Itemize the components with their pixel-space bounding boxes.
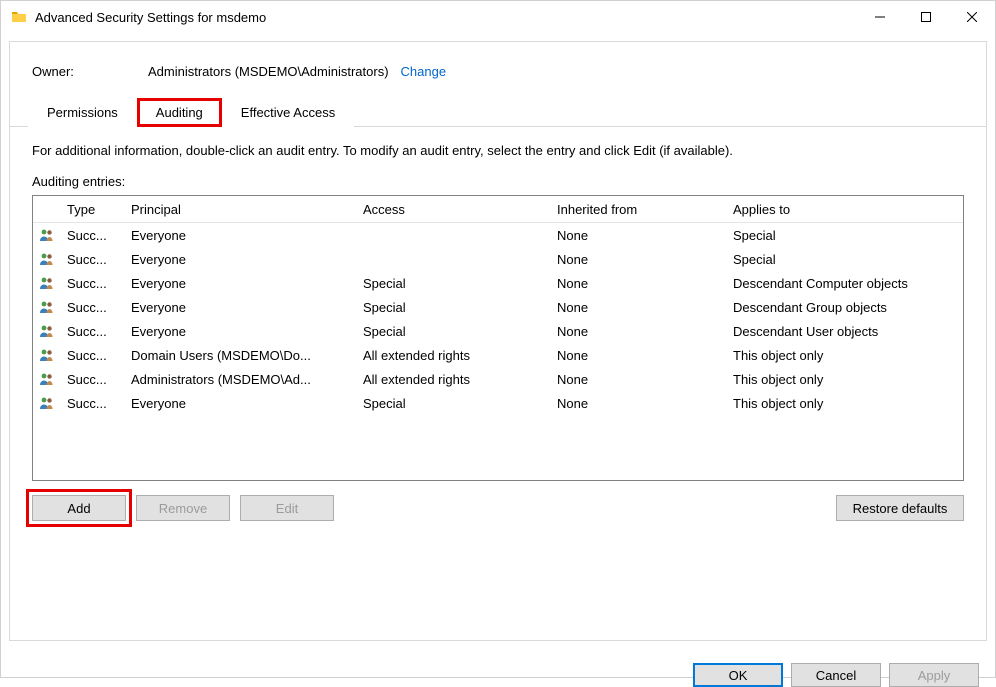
table-row[interactable]: Succ...EveryoneSpecialNoneDescendant Gro… xyxy=(33,295,963,319)
cell-access: Special xyxy=(357,393,551,414)
cell-principal: Administrators (MSDEMO\Ad... xyxy=(125,369,357,390)
tab-content: For additional information, double-click… xyxy=(10,127,986,640)
cell-access: Special xyxy=(357,273,551,294)
change-owner-link[interactable]: Change xyxy=(401,64,447,79)
cell-type: Succ... xyxy=(61,297,125,318)
col-access[interactable]: Access xyxy=(357,197,551,222)
cell-access xyxy=(357,232,551,238)
cell-type: Succ... xyxy=(61,369,125,390)
cell-principal: Everyone xyxy=(125,273,357,294)
cell-inherited: None xyxy=(551,297,727,318)
people-icon xyxy=(33,393,61,413)
cell-applies: Descendant User objects xyxy=(727,321,963,342)
cell-access: All extended rights xyxy=(357,369,551,390)
cell-inherited: None xyxy=(551,345,727,366)
grid-body: Succ...EveryoneNoneSpecialSucc...Everyon… xyxy=(33,223,963,415)
cell-type: Succ... xyxy=(61,393,125,414)
tab-auditing[interactable]: Auditing xyxy=(137,98,222,127)
dialog-body: Owner: Administrators (MSDEMO\Administra… xyxy=(9,41,987,641)
remove-button: Remove xyxy=(136,495,230,521)
cell-access: Special xyxy=(357,297,551,318)
cell-applies: This object only xyxy=(727,345,963,366)
restore-defaults-button[interactable]: Restore defaults xyxy=(836,495,964,521)
cell-type: Succ... xyxy=(61,345,125,366)
col-principal[interactable]: Principal xyxy=(125,197,357,222)
people-icon xyxy=(33,273,61,293)
close-button[interactable] xyxy=(949,1,995,33)
col-type[interactable]: Type xyxy=(61,197,125,222)
tab-permissions[interactable]: Permissions xyxy=(28,98,137,127)
cell-type: Succ... xyxy=(61,273,125,294)
minimize-button[interactable] xyxy=(857,1,903,33)
title-bar: Advanced Security Settings for msdemo xyxy=(1,1,995,33)
cancel-button[interactable]: Cancel xyxy=(791,663,881,687)
people-icon xyxy=(33,345,61,365)
dialog-buttons: OK Cancel Apply xyxy=(1,649,995,687)
ok-button[interactable]: OK xyxy=(693,663,783,687)
window-controls xyxy=(857,1,995,33)
cell-access xyxy=(357,256,551,262)
info-text: For additional information, double-click… xyxy=(32,143,964,158)
add-button[interactable]: Add xyxy=(32,495,126,521)
cell-applies: Descendant Group objects xyxy=(727,297,963,318)
cell-principal: Everyone xyxy=(125,249,357,270)
people-icon xyxy=(33,321,61,341)
cell-inherited: None xyxy=(551,249,727,270)
edit-button: Edit xyxy=(240,495,334,521)
tab-strip: Permissions Auditing Effective Access xyxy=(10,97,986,127)
owner-row: Owner: Administrators (MSDEMO\Administra… xyxy=(10,42,986,97)
people-icon xyxy=(33,369,61,389)
cell-principal: Everyone xyxy=(125,225,357,246)
cell-principal: Everyone xyxy=(125,297,357,318)
cell-access: All extended rights xyxy=(357,345,551,366)
cell-applies: Special xyxy=(727,249,963,270)
cell-inherited: None xyxy=(551,369,727,390)
col-icon[interactable] xyxy=(33,204,61,214)
people-icon xyxy=(33,249,61,269)
owner-value: Administrators (MSDEMO\Administrators) xyxy=(148,64,389,79)
cell-type: Succ... xyxy=(61,249,125,270)
cell-applies: This object only xyxy=(727,393,963,414)
cell-type: Succ... xyxy=(61,225,125,246)
cell-principal: Everyone xyxy=(125,321,357,342)
table-row[interactable]: Succ...EveryoneSpecialNoneDescendant Com… xyxy=(33,271,963,295)
col-applies[interactable]: Applies to xyxy=(727,197,963,222)
maximize-button[interactable] xyxy=(903,1,949,33)
cell-inherited: None xyxy=(551,393,727,414)
cell-inherited: None xyxy=(551,273,727,294)
cell-access: Special xyxy=(357,321,551,342)
window-title: Advanced Security Settings for msdemo xyxy=(35,10,857,25)
cell-principal: Domain Users (MSDEMO\Do... xyxy=(125,345,357,366)
auditing-grid: Type Principal Access Inherited from App… xyxy=(32,195,964,481)
cell-applies: Descendant Computer objects xyxy=(727,273,963,294)
cell-type: Succ... xyxy=(61,321,125,342)
table-row[interactable]: Succ...Everyone NoneSpecial xyxy=(33,223,963,247)
table-row[interactable]: Succ...Domain Users (MSDEMO\Do...All ext… xyxy=(33,343,963,367)
folder-icon xyxy=(11,9,27,25)
table-row[interactable]: Succ...EveryoneSpecialNoneDescendant Use… xyxy=(33,319,963,343)
grid-header: Type Principal Access Inherited from App… xyxy=(33,196,963,223)
people-icon xyxy=(33,297,61,317)
cell-principal: Everyone xyxy=(125,393,357,414)
owner-label: Owner: xyxy=(32,64,148,79)
cell-applies: This object only xyxy=(727,369,963,390)
apply-button: Apply xyxy=(889,663,979,687)
entry-buttons: Add Remove Edit Restore defaults xyxy=(32,495,964,521)
cell-applies: Special xyxy=(727,225,963,246)
cell-inherited: None xyxy=(551,225,727,246)
table-row[interactable]: Succ...EveryoneSpecialNoneThis object on… xyxy=(33,391,963,415)
tab-effective-access[interactable]: Effective Access xyxy=(222,98,354,127)
people-icon xyxy=(33,225,61,245)
table-row[interactable]: Succ...Administrators (MSDEMO\Ad...All e… xyxy=(33,367,963,391)
cell-inherited: None xyxy=(551,321,727,342)
entries-label: Auditing entries: xyxy=(32,174,964,189)
table-row[interactable]: Succ...Everyone NoneSpecial xyxy=(33,247,963,271)
col-inherited[interactable]: Inherited from xyxy=(551,197,727,222)
